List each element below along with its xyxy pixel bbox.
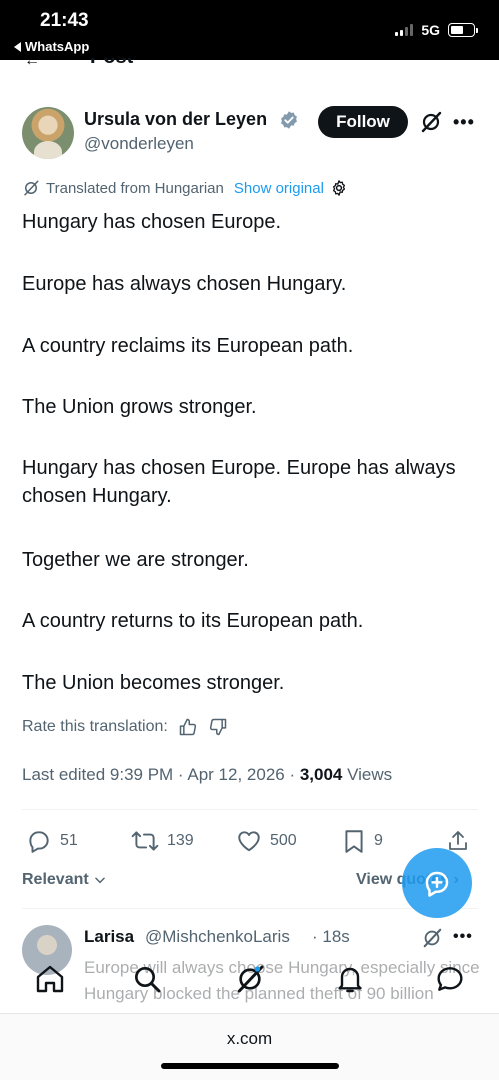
more-options-icon[interactable]: ••• [453, 112, 475, 133]
repost-count: 139 [167, 832, 194, 849]
post-paragraph: Europe has always chosen Hungary. [22, 273, 347, 295]
views-label: Views [342, 765, 393, 784]
edited-timestamp[interactable]: Last edited 9:39 PM · Apr 12, 2026 · [22, 765, 300, 784]
reply-timestamp: · 18s [312, 927, 350, 946]
bottom-navigation [0, 945, 499, 1013]
notifications-bell-icon[interactable] [334, 963, 366, 995]
follow-button[interactable]: Follow [318, 106, 408, 138]
grok-icon[interactable] [419, 110, 443, 134]
messages-icon[interactable] [434, 963, 466, 995]
reply-author-handle[interactable]: @MishchenkoLaris [145, 927, 290, 947]
views-count: 3,004 [299, 765, 343, 784]
heart-icon [238, 831, 260, 852]
post-paragraph: A country reclaims its European path. [22, 335, 354, 357]
thumbs-down-icon[interactable] [208, 717, 228, 737]
verified-badge-icon [281, 111, 297, 129]
divider [22, 809, 478, 810]
back-to-app-link[interactable]: WhatsApp [14, 39, 89, 54]
post-paragraph: A country returns to its European path. [22, 610, 364, 632]
reply-more-icon[interactable]: ••• [453, 928, 473, 946]
back-triangle-icon [14, 41, 21, 52]
settings-gear-icon[interactable] [330, 179, 348, 197]
home-icon[interactable] [34, 963, 66, 995]
like-action[interactable]: 500 [236, 828, 297, 854]
author-avatar[interactable] [22, 107, 74, 159]
status-bar: 21:43 WhatsApp 5G [0, 0, 499, 60]
thumbs-up-icon[interactable] [178, 717, 198, 737]
grok-translate-icon [24, 180, 39, 196]
home-indicator[interactable] [161, 1063, 339, 1069]
post-paragraph: The Union grows stronger. [22, 396, 257, 418]
reply-action[interactable]: 51 [26, 828, 78, 854]
divider [22, 908, 478, 909]
signal-icon [395, 24, 414, 36]
translation-notice: Translated from Hungarian Show original [22, 179, 348, 197]
post-paragraph: Hungary has chosen Europe. Europe has al… [22, 457, 456, 507]
bookmark-action[interactable]: 9 [342, 828, 383, 854]
post-meta: Last edited 9:39 PM · Apr 12, 2026 · 3,0… [22, 765, 392, 785]
compose-icon [425, 871, 449, 897]
grok-nav-icon[interactable] [234, 963, 266, 995]
browser-url-bar[interactable]: x.com [0, 1013, 499, 1080]
post-paragraph: The Union becomes stronger. [22, 672, 285, 694]
reply-icon [29, 831, 49, 853]
author-name[interactable]: Ursula von der Leyen [84, 109, 267, 130]
post-paragraph: Hungary has chosen Europe. [22, 211, 282, 233]
author-handle[interactable]: @vonderleyen [84, 134, 194, 154]
rate-translation: Rate this translation: [22, 717, 228, 737]
sort-relevant-dropdown[interactable]: Relevant [22, 871, 107, 889]
network-label: 5G [421, 22, 440, 38]
status-indicators: 5G [395, 22, 478, 38]
url-text[interactable]: x.com [0, 1029, 499, 1049]
reply-author-name[interactable]: Larisa [84, 927, 134, 947]
translated-label: Translated from Hungarian [46, 179, 224, 197]
rate-label: Rate this translation: [22, 718, 168, 735]
repost-action[interactable]: 139 [131, 828, 194, 854]
repost-icon [131, 831, 159, 851]
post-header: ← Post [20, 58, 220, 68]
back-app-label: WhatsApp [25, 39, 90, 54]
relevant-label: Relevant [22, 871, 89, 888]
bookmark-icon [345, 830, 363, 853]
battery-icon [448, 23, 478, 37]
bookmark-count: 9 [374, 832, 383, 849]
reply-count: 51 [60, 832, 78, 849]
post-paragraph: Together we are stronger. [22, 549, 249, 571]
compose-reply-button[interactable] [402, 848, 472, 918]
status-time: 21:43 [40, 10, 89, 31]
page-title: Post [90, 58, 133, 68]
like-count: 500 [270, 832, 297, 849]
show-original-link[interactable]: Show original [234, 180, 324, 197]
chevron-down-icon [94, 877, 105, 884]
back-arrow-icon[interactable]: ← [24, 58, 40, 68]
search-icon[interactable] [131, 963, 163, 995]
